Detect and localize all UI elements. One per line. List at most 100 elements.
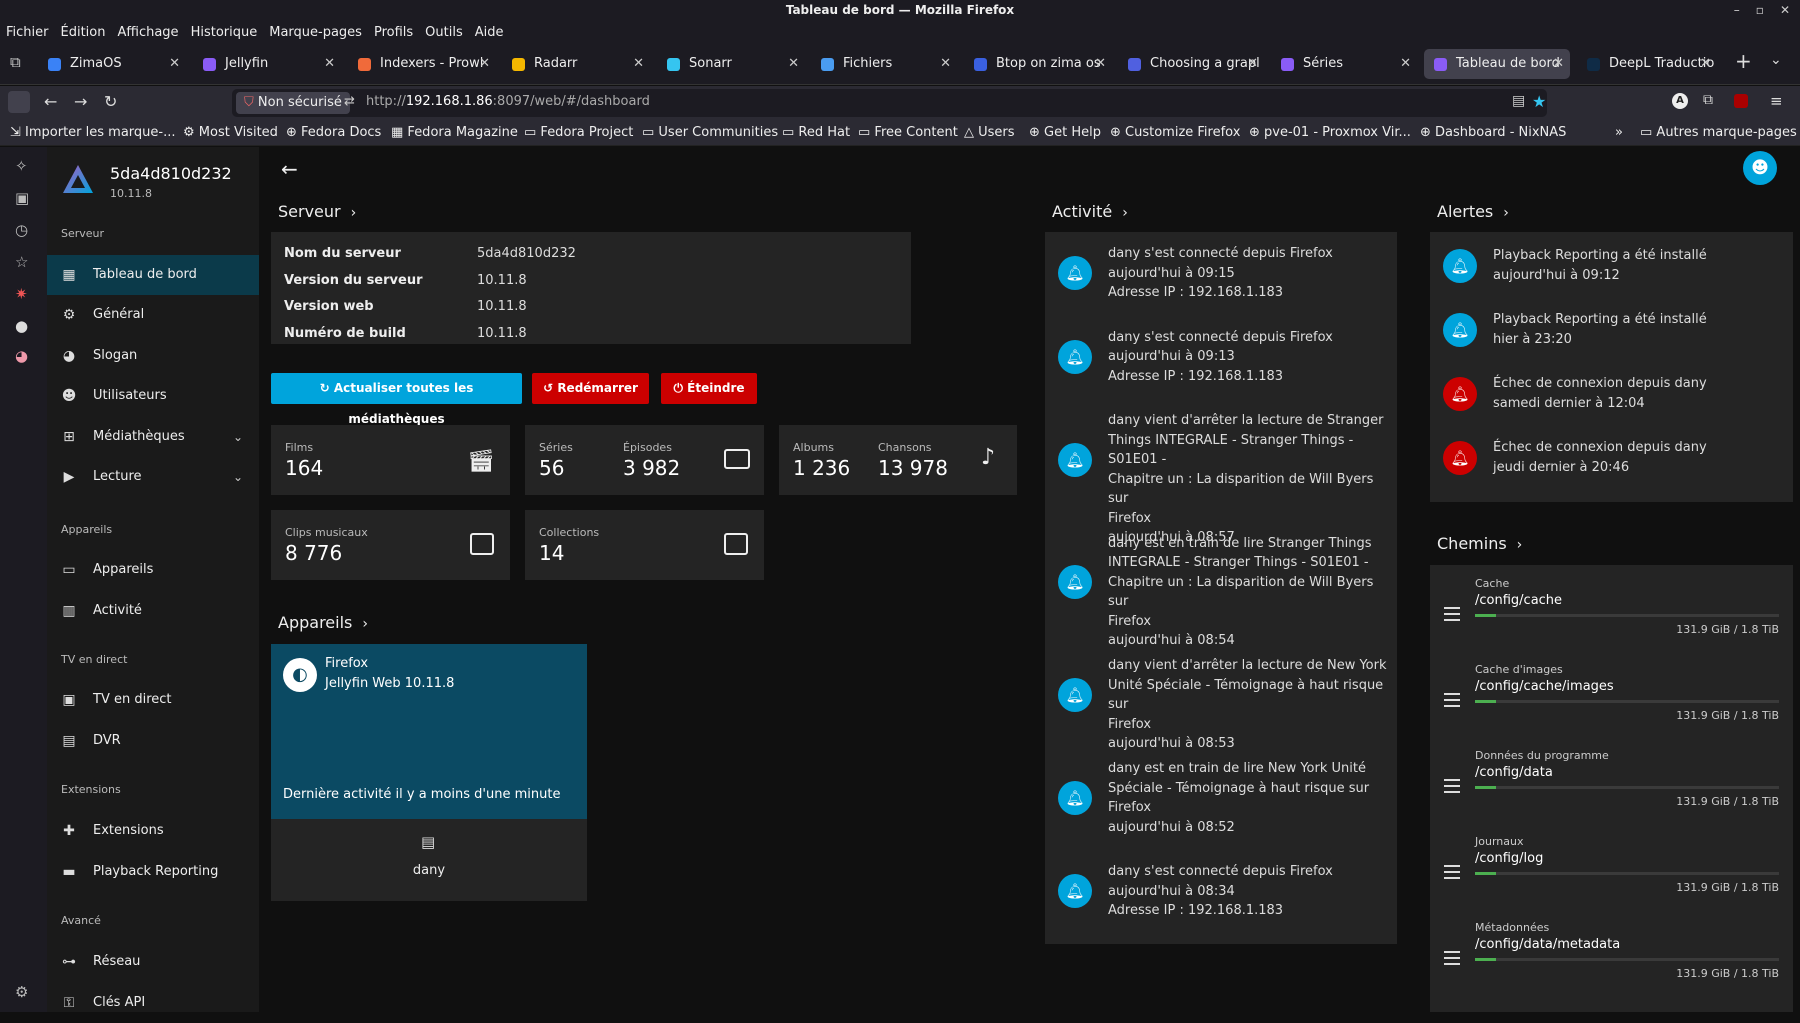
bookmark-red-hat[interactable]: ▭ Red Hat xyxy=(782,120,850,146)
maximize-icon[interactable]: ▫ xyxy=(1756,0,1764,21)
path-item[interactable]: Journaux/config/log 131.9 GiB / 1.8 TiB xyxy=(1430,835,1792,907)
tab-5[interactable]: Fichiers ✕ xyxy=(811,49,957,79)
bookmark-other[interactable]: ▭ Autres marque-pages xyxy=(1640,120,1797,146)
sidebar-item-live-tv[interactable]: ▣ TV en direct xyxy=(47,680,259,720)
extension-red-icon[interactable]: ✷ xyxy=(15,285,28,303)
stat-card-films[interactable]: Films 164 🎬︎ xyxy=(271,425,510,495)
tab-2[interactable]: Indexers - Prowl ✕ xyxy=(348,49,496,79)
section-alertes-header[interactable]: Alertes › xyxy=(1437,202,1509,221)
stat-card-collections[interactable]: Collections 14 xyxy=(525,510,764,580)
activity-item[interactable]: 🔔︎ dany est en train de lire Stranger Thi… xyxy=(1045,534,1397,648)
menu-marque-pages[interactable]: Marque-pages xyxy=(269,21,362,45)
device-card[interactable]: ◐ Firefox Jellyfin Web 10.11.8 Dernière … xyxy=(271,644,587,819)
tab-close-icon[interactable]: ✕ xyxy=(940,49,951,79)
sidebar-item-extensions[interactable]: ✚ Extensions xyxy=(47,811,259,851)
menu-profils[interactable]: Profils xyxy=(374,21,413,45)
activity-item[interactable]: 🔔︎ dany s'est connecté depuis Firefox aujo… xyxy=(1045,862,1397,921)
bookmark-most-visited[interactable]: ⚙ Most Visited xyxy=(183,120,278,146)
sidebar-item-network[interactable]: ⊶ Réseau xyxy=(47,942,259,982)
sidebar-item-dashboard[interactable]: ▦ Tableau de bord xyxy=(47,255,259,295)
history-icon[interactable]: ◷ xyxy=(15,221,28,239)
menu-historique[interactable]: Historique xyxy=(191,21,258,45)
tab-close-icon[interactable]: ✕ xyxy=(633,49,644,79)
back-icon[interactable]: ← xyxy=(44,92,57,111)
permissions-icon[interactable]: ⇄ xyxy=(344,94,355,109)
menu-aide[interactable]: Aide xyxy=(475,21,504,45)
tab-close-icon[interactable]: ✕ xyxy=(479,49,490,79)
new-tab-icon[interactable]: + xyxy=(1735,49,1752,73)
bookmark-customize-firefox[interactable]: ⊕ Customize Firefox xyxy=(1110,120,1240,146)
minimize-icon[interactable]: – xyxy=(1734,0,1740,21)
section-activite-header[interactable]: Activité › xyxy=(1052,202,1128,221)
url-bar[interactable]: ⛉ Non sécurisé ⇄ http://192.168.1.86:809… xyxy=(232,89,1547,117)
tab-7[interactable]: Choosing a grapl ✕ xyxy=(1118,49,1264,79)
forward-icon[interactable]: → xyxy=(74,92,87,111)
message-icon[interactable]: ▤ xyxy=(421,833,435,851)
tab-close-icon[interactable]: ✕ xyxy=(1400,49,1411,79)
url-text[interactable]: http://192.168.1.86:8097/web/#/dashboard xyxy=(366,94,650,109)
sidebar-toggle-icon[interactable] xyxy=(8,91,30,113)
sidebar-item-general[interactable]: ⚙ Général xyxy=(47,295,259,335)
menu-affichage[interactable]: Affichage xyxy=(117,21,178,45)
section-chemins-header[interactable]: Chemins › xyxy=(1437,534,1522,553)
tab-3[interactable]: Radarr ✕ xyxy=(502,49,650,79)
chevron-down-icon[interactable]: ⌄ xyxy=(1770,52,1782,68)
sidebar-item-api-keys[interactable]: ⚿ Clés API xyxy=(47,983,259,1023)
tab-8[interactable]: Séries ✕ xyxy=(1271,49,1417,79)
ublock-icon[interactable] xyxy=(1734,94,1748,108)
tab-close-icon[interactable]: ✕ xyxy=(788,49,799,79)
bookmarks-icon[interactable]: ☆ xyxy=(15,253,28,271)
bookmarks-overflow-icon[interactable]: » xyxy=(1615,120,1623,146)
bookmark-pve[interactable]: ⊕ pve-01 - Proxmox Vir... xyxy=(1249,120,1411,146)
bookmark-free-content[interactable]: ▭ Free Content xyxy=(858,120,958,146)
tab-0[interactable]: ZimaOS ✕ xyxy=(38,49,186,79)
path-item[interactable]: Cache/config/cache 131.9 GiB / 1.8 TiB xyxy=(1430,577,1792,649)
menu-outils[interactable]: Outils xyxy=(425,21,463,45)
bookmark-import[interactable]: ⇲ Importer les marque-... xyxy=(10,120,176,146)
restart-button[interactable]: ↺ Redémarrer xyxy=(532,373,649,404)
menu-fichier[interactable]: Fichier xyxy=(6,21,49,45)
bookmark-fedora-magazine[interactable]: ▦ Fedora Magazine xyxy=(391,120,518,146)
bookmark-fedora-project[interactable]: ▭ Fedora Project xyxy=(524,120,633,146)
stat-card-series[interactable]: Séries 56 Épisodes 3 982 xyxy=(525,425,764,495)
tab-1[interactable]: Jellyfin ✕ xyxy=(193,49,341,79)
bookmark-get-help[interactable]: ⊕ Get Help xyxy=(1029,120,1101,146)
tab-overview-icon[interactable]: ⧉ xyxy=(10,53,21,71)
ai-chat-icon[interactable]: ✧ xyxy=(15,157,28,175)
tab-close-icon[interactable]: ✕ xyxy=(1247,49,1258,79)
tab-close-icon[interactable]: ✕ xyxy=(169,49,180,79)
stat-card-music[interactable]: Albums 1 236 Chansons 13 978 ♪ xyxy=(779,425,1017,495)
menu-edition[interactable]: Édition xyxy=(61,21,106,45)
tab-4[interactable]: Sonarr ✕ xyxy=(657,49,805,79)
extension-color-icon[interactable]: ◕ xyxy=(15,347,28,365)
sidebar-item-slogan[interactable]: ◕ Slogan xyxy=(47,336,259,376)
sidebar-item-playback[interactable]: ▶ Lecture ⌄ xyxy=(47,457,259,497)
bookmark-star-icon[interactable]: ★ xyxy=(1532,92,1546,111)
sidebar-item-libraries[interactable]: ⊞ Médiathèques ⌄ xyxy=(47,417,259,457)
tab-close-icon[interactable]: ✕ xyxy=(324,49,335,79)
alert-item[interactable]: 🔔︎ Playback Reporting a été installé aujou… xyxy=(1430,246,1782,286)
reader-view-icon[interactable]: ▤ xyxy=(1512,93,1525,109)
tab-9[interactable]: Tableau de bord ✕ xyxy=(1424,49,1570,79)
sidebar-item-users[interactable]: ☻ Utilisateurs xyxy=(47,376,259,416)
synced-tabs-icon[interactable]: ▣ xyxy=(15,189,29,207)
tab-close-icon[interactable]: ✕ xyxy=(1700,49,1711,79)
bookmark-fedora-docs[interactable]: ⊕ Fedora Docs xyxy=(286,120,381,146)
back-arrow-icon[interactable]: ← xyxy=(281,157,298,181)
stat-card-music-videos[interactable]: Clips musicaux 8 776 xyxy=(271,510,510,580)
hamburger-menu-icon[interactable]: ≡ xyxy=(1770,92,1783,110)
sidebar-item-playback-reporting[interactable]: ▬ Playback Reporting xyxy=(47,852,259,892)
path-item[interactable]: Cache d'images/config/cache/images 131.9 … xyxy=(1430,663,1792,735)
chevron-down-icon[interactable]: ⌄ xyxy=(233,417,243,457)
extension-dot-icon[interactable]: ● xyxy=(15,317,28,335)
shutdown-button[interactable]: ⏻ Éteindre xyxy=(661,373,757,404)
alert-item[interactable]: 🔔︎ Playback Reporting a été installé hier … xyxy=(1430,310,1782,350)
tab-close-icon[interactable]: ✕ xyxy=(1095,49,1106,79)
activity-item[interactable]: 🔔︎ dany vient d'arrêter la lecture de New… xyxy=(1045,656,1397,751)
settings-icon[interactable]: ⚙ xyxy=(15,983,28,1001)
activity-item[interactable]: 🔔︎ dany est en train de lire New York Uni… xyxy=(1045,759,1397,837)
path-item[interactable]: Métadonnées/config/data/metadata 131.9 Gi… xyxy=(1430,921,1792,993)
close-icon[interactable]: ✕ xyxy=(1780,0,1790,21)
chevron-down-icon[interactable]: ⌄ xyxy=(233,457,243,497)
section-appareils-header[interactable]: Appareils › xyxy=(278,613,368,632)
